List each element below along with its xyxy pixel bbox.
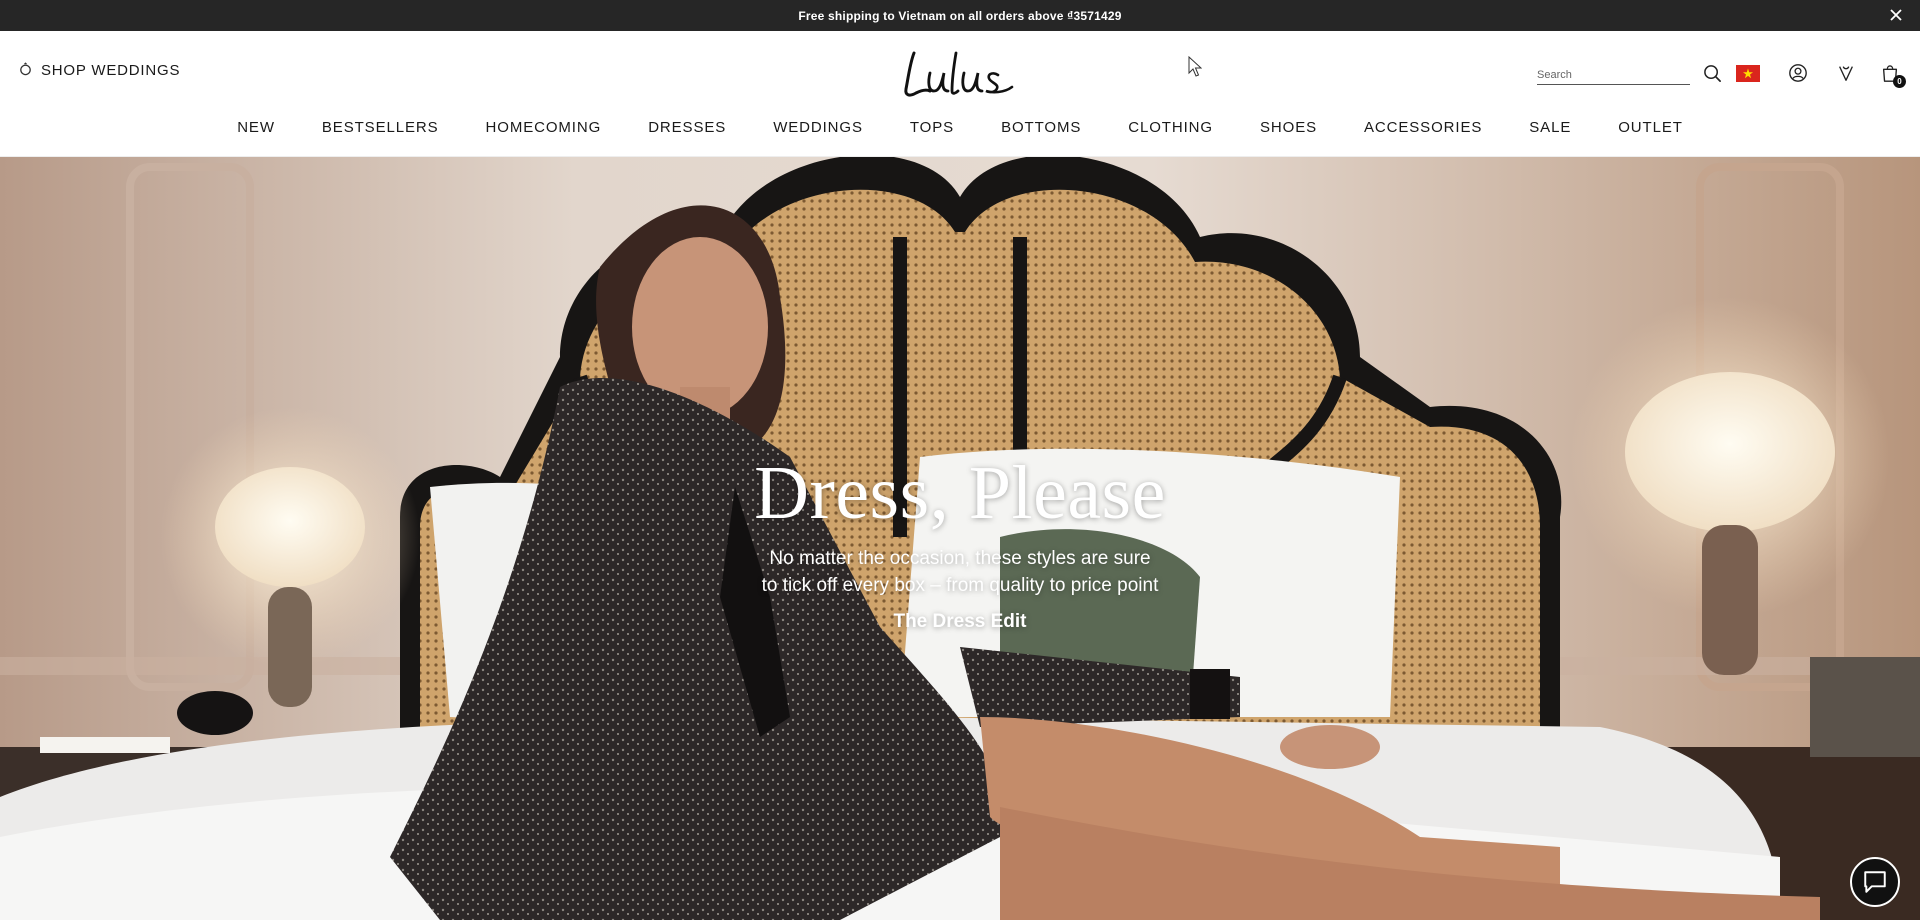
nav-item-bestsellers[interactable]: BESTSELLERS	[322, 115, 439, 140]
shopping-bag-icon[interactable]: 0	[1878, 61, 1906, 88]
nav-item-dresses[interactable]: DRESSES	[648, 115, 726, 140]
nav-item-sale[interactable]: SALE	[1529, 115, 1571, 140]
vietnam-flag-icon[interactable]	[1736, 65, 1760, 82]
cart-count-badge: 0	[1893, 75, 1906, 88]
main-nav: NEW BESTSELLERS HOMECOMING DRESSES WEDDI…	[0, 115, 1920, 140]
search-icon[interactable]	[1700, 61, 1724, 85]
nav-item-homecoming[interactable]: HOMECOMING	[486, 115, 602, 140]
promo-bar: Free shipping to Vietnam on all orders a…	[0, 0, 1920, 31]
nav-item-clothing[interactable]: CLOTHING	[1128, 115, 1213, 140]
shop-weddings-link[interactable]: SHOP WEDDINGS	[18, 61, 180, 80]
account-icon[interactable]	[1786, 61, 1810, 85]
wishlist-icon[interactable]	[1834, 61, 1858, 85]
chat-icon[interactable]	[1850, 857, 1900, 907]
nav-item-new[interactable]: NEW	[237, 115, 275, 140]
nav-item-bottoms[interactable]: BOTTOMS	[1001, 115, 1081, 140]
site-header: SHOP WEDDINGS 0 NEW BESTSELLERS HOMECOMI…	[0, 31, 1920, 157]
nav-item-tops[interactable]: TOPS	[910, 115, 954, 140]
promo-text: Free shipping to Vietnam on all orders a…	[798, 8, 1122, 23]
ring-icon	[18, 61, 33, 80]
nav-item-outlet[interactable]: OUTLET	[1618, 115, 1683, 140]
lulus-logo[interactable]	[900, 49, 1016, 101]
search-input[interactable]	[1537, 61, 1690, 85]
close-icon[interactable]	[1886, 5, 1906, 25]
mouse-cursor-icon	[1188, 56, 1202, 77]
nav-item-shoes[interactable]: SHOES	[1260, 115, 1317, 140]
nav-item-weddings[interactable]: WEDDINGS	[773, 115, 863, 140]
nav-item-accessories[interactable]: ACCESSORIES	[1364, 115, 1482, 140]
search-bar	[1537, 61, 1724, 85]
dress-edit-link[interactable]: The Dress Edit	[893, 611, 1026, 633]
shop-weddings-label: SHOP WEDDINGS	[41, 62, 181, 79]
hero-image	[0, 157, 1920, 920]
hero-banner[interactable]: Dress, Please No matter the occasion, th…	[0, 157, 1920, 920]
